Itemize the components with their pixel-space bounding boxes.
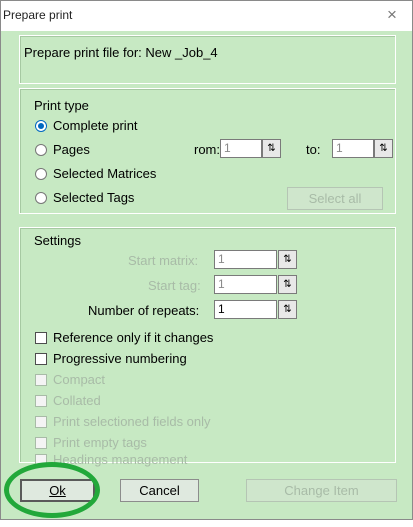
to-page-spinner-icon[interactable]: ⇅ <box>374 139 393 158</box>
print-type-heading: Print type <box>34 98 89 113</box>
radio-pages[interactable] <box>35 144 47 156</box>
number-of-repeats-spinner-icon[interactable]: ⇅ <box>278 300 297 319</box>
radio-pages-label[interactable]: Pages <box>53 142 90 157</box>
settings-panel: Settings Start matrix: 1 ⇅ Start tag: 1 … <box>19 227 396 467</box>
start-matrix-label: Start matrix: <box>128 253 199 268</box>
progressive-numbering-checkbox[interactable] <box>35 353 47 365</box>
compact-label: Compact <box>53 372 106 387</box>
to-label: to: <box>306 142 321 157</box>
from-label: rom: <box>194 142 220 157</box>
start-tag-input[interactable]: 1 <box>214 275 277 294</box>
to-page-input[interactable]: 1 <box>332 139 374 158</box>
start-tag-spinner-icon[interactable]: ⇅ <box>278 275 297 294</box>
window-title: Prepare print <box>3 8 73 22</box>
radio-selected-tags-label[interactable]: Selected Tags <box>53 190 134 205</box>
reference-only-checkbox[interactable] <box>35 332 47 344</box>
headings-management-label: Headings management <box>53 452 188 467</box>
ok-button-label: Ok <box>49 483 66 498</box>
print-empty-tags-label: Print empty tags <box>53 435 147 450</box>
progressive-numbering-label[interactable]: Progressive numbering <box>53 351 187 366</box>
cancel-button-label: Cancel <box>139 483 180 498</box>
cancel-button[interactable]: Cancel <box>120 479 199 502</box>
start-matrix-input[interactable]: 1 <box>214 250 277 269</box>
start-matrix-spinner-icon[interactable]: ⇅ <box>278 250 297 269</box>
prepare-print-dialog: Prepare print × Prepare print file for: … <box>0 0 413 520</box>
title-bar: Prepare print × <box>1 1 412 31</box>
number-of-repeats-input[interactable]: 1 <box>214 300 277 319</box>
change-item-button[interactable]: Change Item <box>246 479 397 502</box>
radio-selected-matrices-label[interactable]: Selected Matrices <box>53 166 156 181</box>
print-selected-fields-checkbox[interactable] <box>35 416 47 428</box>
prepare-file-label: Prepare print file for: New _Job_4 <box>24 45 218 60</box>
collated-checkbox[interactable] <box>35 395 47 407</box>
print-selected-fields-label: Print selectioned fields only <box>53 414 211 429</box>
radio-complete-print[interactable] <box>35 120 47 132</box>
radio-selected-matrices[interactable] <box>35 168 47 180</box>
select-all-button[interactable]: Select all <box>287 187 383 210</box>
collated-label: Collated <box>53 393 101 408</box>
ok-button[interactable]: Ok <box>20 479 95 502</box>
radio-selected-tags[interactable] <box>35 192 47 204</box>
from-page-spinner-icon[interactable]: ⇅ <box>262 139 281 158</box>
number-of-repeats-label: Number of repeats: <box>88 303 200 318</box>
radio-complete-print-label[interactable]: Complete print <box>53 118 138 133</box>
settings-heading: Settings <box>34 233 81 248</box>
reference-only-label[interactable]: Reference only if it changes <box>53 330 213 345</box>
compact-checkbox[interactable] <box>35 374 47 386</box>
print-empty-tags-checkbox[interactable] <box>35 437 47 449</box>
close-icon[interactable]: × <box>382 5 402 25</box>
header-panel: Prepare print file for: New _Job_4 <box>19 35 396 84</box>
start-tag-label: Start tag: <box>148 278 201 293</box>
print-type-panel: Print type Complete print Pages rom: 1 ⇅… <box>19 88 396 214</box>
headings-management-checkbox[interactable] <box>35 454 47 466</box>
from-page-input[interactable]: 1 <box>220 139 262 158</box>
